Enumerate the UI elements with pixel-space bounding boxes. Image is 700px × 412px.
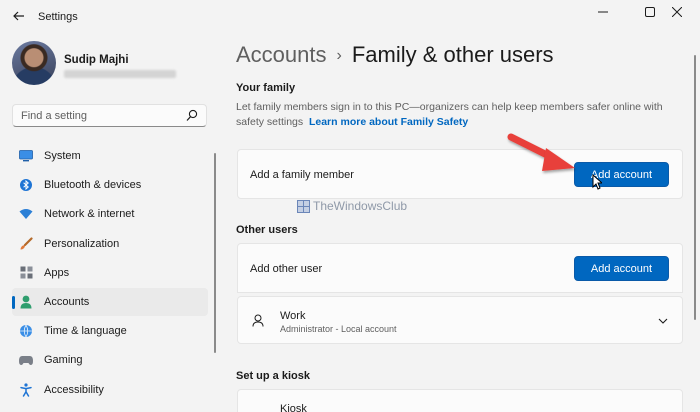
mouse-cursor-icon <box>592 174 602 190</box>
sidebar-item-accessibility[interactable]: Accessibility <box>12 376 208 404</box>
breadcrumb-accounts[interactable]: Accounts <box>236 42 327 67</box>
sidebar-item-system[interactable]: System <box>12 142 208 170</box>
title-bar: Settings <box>0 0 700 32</box>
breadcrumb: Accounts › Family & other users <box>236 42 554 68</box>
active-indicator <box>12 295 15 309</box>
sidebar-item-time-language[interactable]: Time & language <box>12 317 208 345</box>
breadcrumb-separator: › <box>336 47 342 64</box>
bluetooth-icon <box>19 178 33 192</box>
user-email-redacted <box>64 70 176 78</box>
sidebar-item-label: Gaming <box>44 354 83 367</box>
sidebar-item-label: Time & language <box>44 325 127 338</box>
sidebar-nav: System Bluetooth & devices Network & int… <box>12 142 208 405</box>
search-box[interactable]: Find a setting <box>12 104 207 127</box>
section-title-your-family: Your family <box>236 82 296 94</box>
account-name: Work <box>280 310 306 322</box>
sidebar-scrollbar[interactable] <box>214 153 216 353</box>
section-title-kiosk: Set up a kiosk <box>236 370 310 382</box>
gamepad-icon <box>19 353 33 367</box>
person-icon <box>19 295 33 309</box>
windows-logo-icon <box>297 199 310 213</box>
sidebar-item-accounts[interactable]: Accounts <box>12 287 208 316</box>
window-title: Settings <box>38 11 78 23</box>
sidebar-item-personalization[interactable]: Personalization <box>12 230 208 258</box>
sidebar-item-label: Personalization <box>44 237 120 250</box>
close-icon <box>672 7 682 17</box>
kiosk-label: Kiosk <box>280 403 307 412</box>
add-other-user-card: Add other user Add account <box>237 243 683 293</box>
sidebar-item-label: Apps <box>44 266 70 279</box>
account-detail: Administrator - Local account <box>280 324 397 334</box>
learn-more-family-safety-link[interactable]: Learn more about Family Safety <box>309 116 468 128</box>
add-family-account-button[interactable]: Add account <box>574 162 669 187</box>
avatar <box>12 41 56 85</box>
sidebar-item-label: System <box>44 150 81 162</box>
add-family-member-card: Add a family member Add account <box>237 149 683 199</box>
brush-icon <box>19 236 33 251</box>
add-family-member-label: Add a family member <box>250 169 354 181</box>
sidebar-item-label: Accessibility <box>44 383 104 396</box>
page-title: Family & other users <box>351 42 554 67</box>
sidebar-item-network[interactable]: Network & internet <box>12 200 208 228</box>
sidebar-item-apps[interactable]: Apps <box>12 259 208 287</box>
sidebar-item-label: Network & internet <box>44 208 135 221</box>
chevron-down-icon[interactable] <box>658 318 668 324</box>
search-icon[interactable] <box>186 109 198 122</box>
apps-icon <box>19 266 33 280</box>
add-other-account-button[interactable]: Add account <box>574 256 669 281</box>
sidebar-item-label: Bluetooth & devices <box>44 179 142 192</box>
minimize-button[interactable] <box>580 0 626 24</box>
main-scrollbar[interactable] <box>694 55 696 320</box>
monitor-icon <box>19 149 33 163</box>
add-other-user-label: Add other user <box>250 263 323 275</box>
account-item-work[interactable]: Work Administrator - Local account <box>237 296 683 344</box>
user-profile[interactable]: Sudip Majhi <box>12 41 212 89</box>
minimize-icon <box>598 11 608 13</box>
search-input[interactable]: Find a setting <box>21 110 87 122</box>
annotation-arrow-icon <box>507 133 575 171</box>
person-outline-icon <box>252 314 264 327</box>
family-description: Let family members sign in to this PC—or… <box>236 100 676 130</box>
globe-icon <box>19 324 33 338</box>
watermark-text: TheWindowsClub <box>313 199 408 213</box>
accessibility-icon <box>19 382 33 397</box>
close-button[interactable] <box>654 0 700 24</box>
watermark: TheWindowsClub <box>297 199 407 213</box>
sidebar-item-bluetooth[interactable]: Bluetooth & devices <box>12 171 208 199</box>
user-name: Sudip Majhi <box>64 54 129 66</box>
arrow-left-icon <box>13 11 24 21</box>
kiosk-card[interactable]: Kiosk <box>237 389 683 412</box>
sidebar-item-label: Accounts <box>44 295 90 308</box>
section-title-other-users: Other users <box>236 224 298 236</box>
wifi-icon <box>19 207 33 221</box>
sidebar-item-gaming[interactable]: Gaming <box>12 346 208 374</box>
back-button[interactable] <box>8 6 30 26</box>
